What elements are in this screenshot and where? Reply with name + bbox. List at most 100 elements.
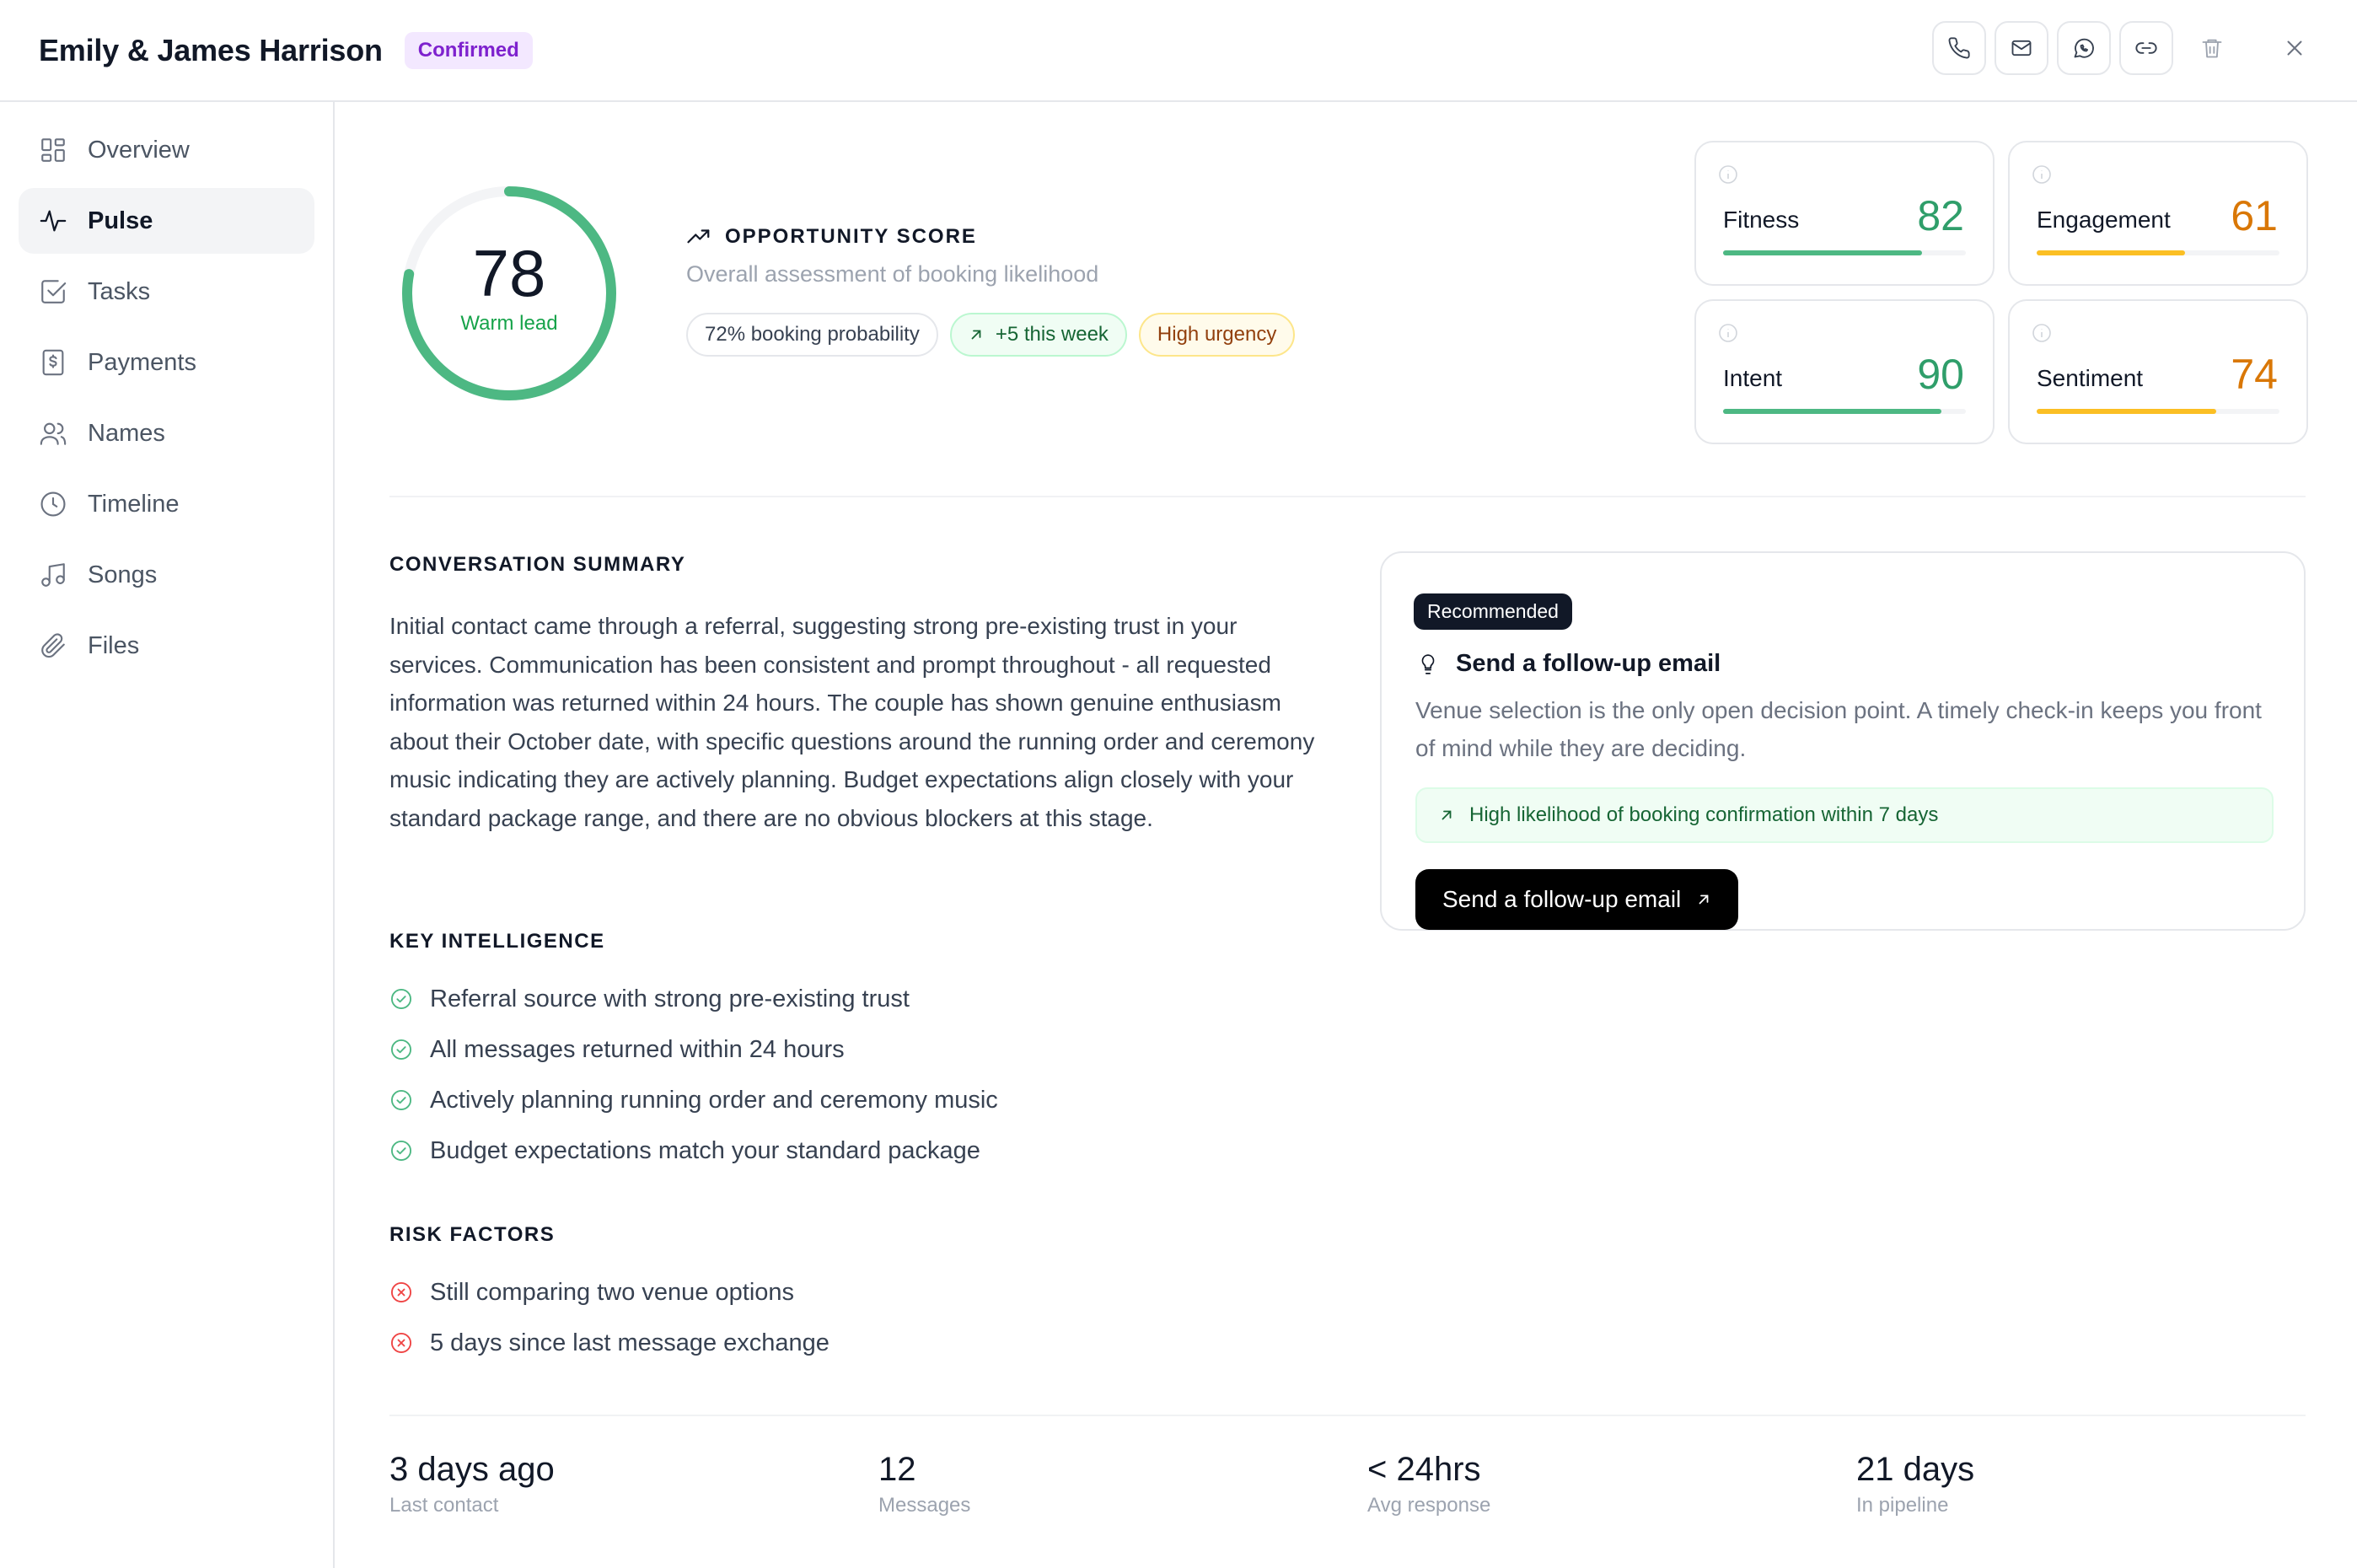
list-item: Still comparing two venue options <box>389 1267 830 1318</box>
list-item: All messages returned within 24 hours <box>389 1024 998 1075</box>
metric-card-sentiment: Sentiment 74 <box>2008 299 2308 444</box>
trend-pill-text: +5 this week <box>995 323 1109 346</box>
recommendation-title: Send a follow-up email <box>1417 650 1721 678</box>
phone-icon <box>1948 37 1970 59</box>
mail-icon <box>2011 40 2032 56</box>
sidebar-item-songs[interactable]: Songs <box>19 542 314 608</box>
check-circle-icon <box>390 1089 412 1111</box>
metric-bar-fill <box>1723 250 1923 255</box>
list-item-text: 5 days since last message exchange <box>430 1329 830 1356</box>
paperclip-icon <box>41 633 65 658</box>
sidebar-item-overview[interactable]: Overview <box>19 117 314 183</box>
metric-label: Sentiment <box>2037 365 2144 391</box>
metric-bar-track <box>1723 409 1966 414</box>
whatsapp-icon <box>2074 38 2094 58</box>
sidebar-nav: Overview Pulse Tasks Payments Names Time… <box>0 102 335 1568</box>
opportunity-score-ring: 78 Warm lead <box>399 183 620 404</box>
metric-label: Intent <box>1723 365 1783 391</box>
link-icon <box>2135 42 2157 54</box>
sidebar-item-tasks[interactable]: Tasks <box>19 259 314 325</box>
stat-value: 3 days ago <box>389 1451 555 1488</box>
delete-button[interactable] <box>2185 21 2239 75</box>
metric-value: 82 <box>1917 192 1964 239</box>
x-circle-icon <box>390 1281 412 1303</box>
metric-card-intent: Intent 90 <box>1694 299 1995 444</box>
music-icon <box>41 563 65 587</box>
metric-label: Fitness <box>1723 207 1800 233</box>
recommendation-hint: High likelihood of booking confirmation … <box>1415 787 2274 843</box>
trend-pill: +5 this week <box>949 313 1127 357</box>
metric-label: Engagement <box>2037 207 2171 233</box>
check-circle-icon <box>390 1140 412 1162</box>
summary-heading: CONVERSATION SUMMARY <box>389 553 686 576</box>
checkbox-icon <box>41 280 67 303</box>
copy-link-button[interactable] <box>2119 21 2173 75</box>
arrow-up-right-icon <box>1699 894 1709 905</box>
email-button[interactable] <box>1995 21 2048 75</box>
stat-label: Messages <box>878 1494 971 1517</box>
probability-pill: 72% booking probability <box>686 313 938 357</box>
score-value: 78 <box>472 236 546 310</box>
urgency-pill: High urgency <box>1138 313 1296 357</box>
section-divider <box>389 496 2306 497</box>
sidebar-item-payments[interactable]: Payments <box>19 330 314 395</box>
trash-icon <box>2202 39 2222 58</box>
list-item: Actively planning running order and cere… <box>389 1075 998 1125</box>
trending-up-icon <box>687 229 710 244</box>
sidebar-item-names[interactable]: Names <box>19 400 314 466</box>
opportunity-title: OPPORTUNITY SCORE <box>686 224 1307 250</box>
check-circle-icon <box>390 988 412 1010</box>
stat-label: In pipeline <box>1856 1494 1949 1517</box>
sidebar-item-label: Overview <box>88 136 190 164</box>
list-item-text: Actively planning running order and cere… <box>430 1086 998 1114</box>
x-circle-icon <box>390 1332 412 1354</box>
page-title: Emily & James Harrison <box>39 32 383 67</box>
users-icon <box>40 422 67 445</box>
lightbulb-icon <box>1421 653 1435 674</box>
sidebar-item-label: Tasks <box>88 277 151 305</box>
sidebar-item-files[interactable]: Files <box>19 613 314 679</box>
stat-messages: 12 Messages <box>878 1451 970 1517</box>
call-button[interactable] <box>1932 21 1986 75</box>
whatsapp-button[interactable] <box>2057 21 2111 75</box>
metric-bar-track <box>2037 409 2279 414</box>
metric-bar-fill <box>2037 409 2217 414</box>
lead-detail-panel: Emily & James Harrison Confirmed Overvie… <box>0 0 2357 1568</box>
intelligence-heading: KEY INTELLIGENCE <box>389 930 605 953</box>
close-button[interactable] <box>2268 21 2322 75</box>
info-icon[interactable] <box>1718 323 1738 343</box>
stat-label: Avg response <box>1367 1494 1491 1517</box>
send-follow-up-label: Send a follow-up email <box>1442 886 1682 912</box>
grid-icon <box>41 138 65 162</box>
arrow-up-right-icon <box>1442 810 1452 820</box>
opportunity-pills: 72% booking probability +5 this week Hig… <box>686 313 1307 357</box>
stat-in-pipeline: 21 days In pipeline <box>1856 1451 1974 1517</box>
section-divider <box>389 1415 2306 1416</box>
list-item-text: All messages returned within 24 hours <box>430 1035 845 1063</box>
metric-bar-fill <box>2037 250 2185 255</box>
pulse-content: 78 Warm lead OPPORTUNITY SCORE Overall a… <box>335 102 2357 1568</box>
sidebar-item-label: Payments <box>88 348 196 376</box>
list-item: 5 days since last message exchange <box>389 1318 830 1368</box>
info-icon[interactable] <box>1718 164 1738 185</box>
recommendation-description: Venue selection is the only open decisio… <box>1415 697 2262 761</box>
sidebar-item-label: Names <box>88 419 165 447</box>
metric-bar-track <box>1723 250 1966 255</box>
recommendation-title-text: Send a follow-up email <box>1456 650 1721 677</box>
metric-card-fitness: Fitness 82 <box>1694 141 1995 286</box>
metric-bar-track <box>2037 250 2279 255</box>
info-icon[interactable] <box>2032 323 2052 343</box>
sidebar-item-timeline[interactable]: Timeline <box>19 471 314 537</box>
opportunity-summary: OPPORTUNITY SCORE Overall assessment of … <box>686 224 1307 357</box>
send-follow-up-button[interactable]: Send a follow-up email <box>1415 869 1739 930</box>
info-icon[interactable] <box>2032 164 2052 185</box>
list-item-text: Referral source with strong pre-existing… <box>430 985 910 1012</box>
list-item-text: Budget expectations match your standard … <box>430 1136 980 1164</box>
list-item: Referral source with strong pre-existing… <box>389 974 998 1024</box>
receipt-icon <box>42 349 64 376</box>
risk-heading: RISK FACTORS <box>389 1223 556 1246</box>
stat-last-contact: 3 days ago Last contact <box>389 1451 555 1517</box>
opportunity-title-text: OPPORTUNITY SCORE <box>725 225 977 248</box>
sidebar-item-pulse[interactable]: Pulse <box>19 188 314 254</box>
check-circle-icon <box>390 1039 412 1061</box>
